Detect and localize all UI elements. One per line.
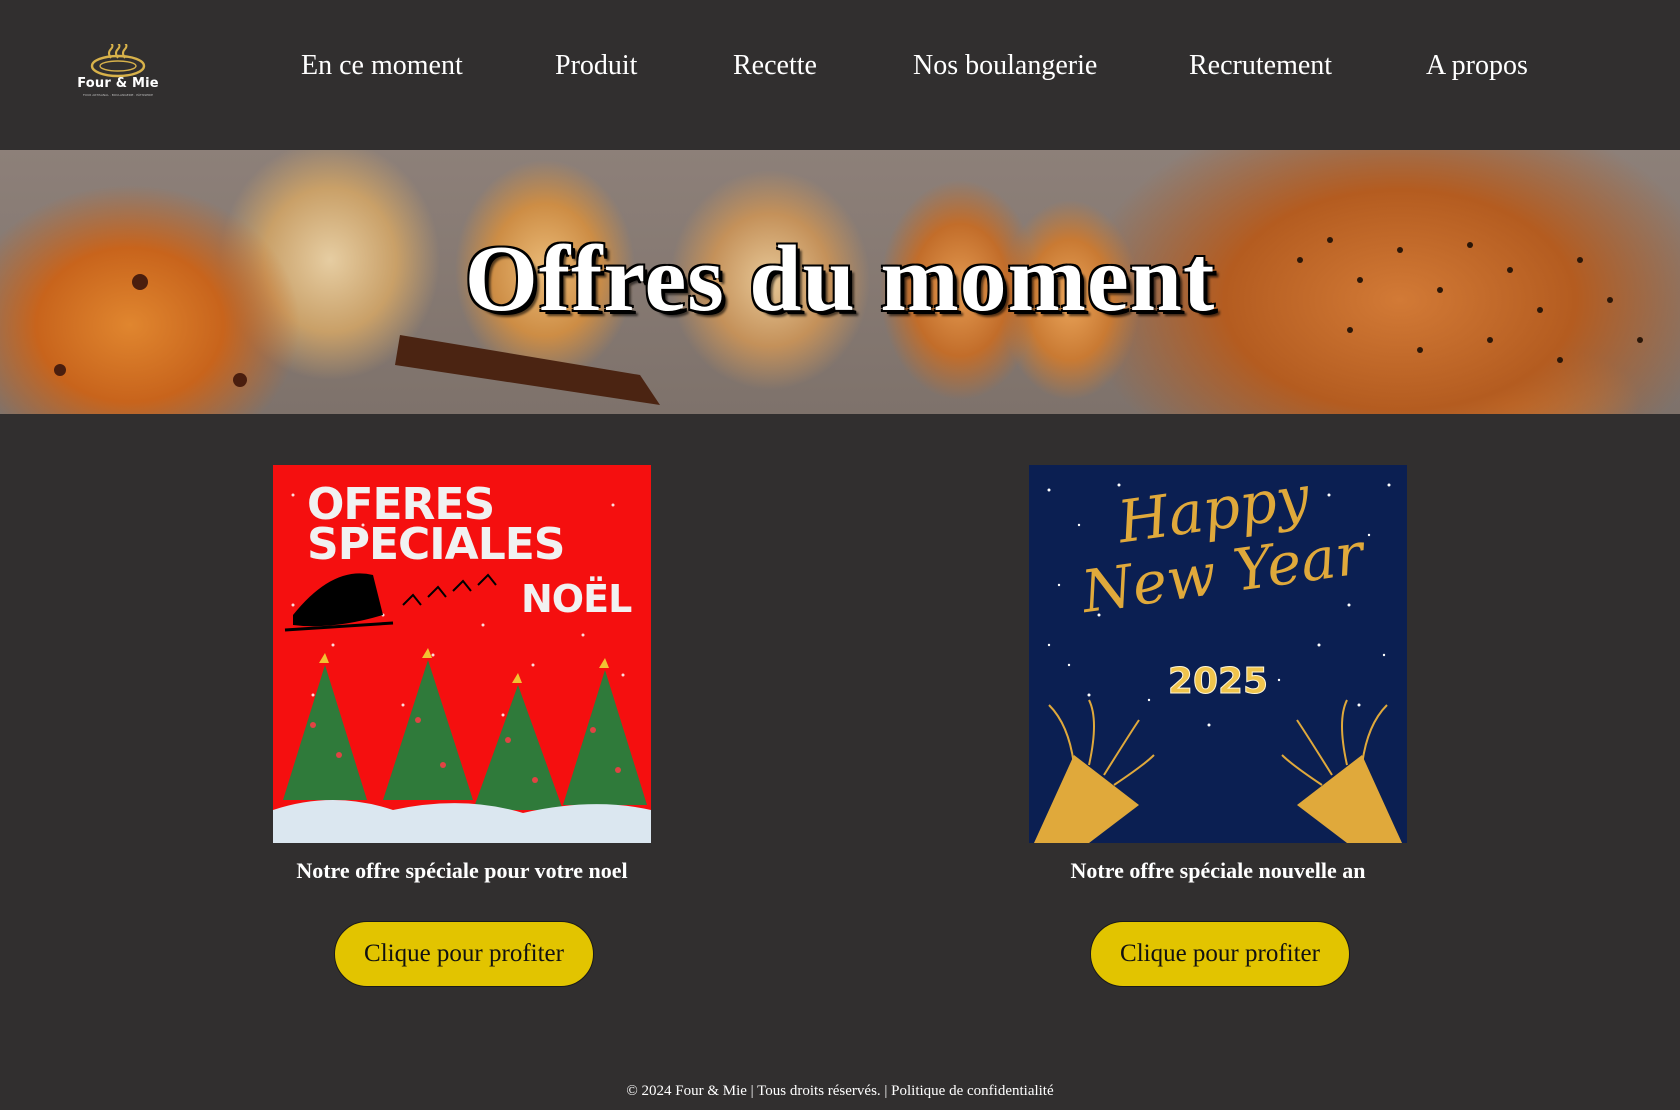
nav-item-nos-boulangerie[interactable]: Nos boulangerie: [913, 46, 1097, 86]
nav-item-en-ce-moment[interactable]: En ce moment: [301, 46, 463, 86]
brand-name: Four & Mie: [77, 76, 159, 91]
noel-image-line3: NOËL: [521, 577, 632, 621]
noel-offer-caption: Notre offre spéciale pour votre noel: [296, 858, 628, 883]
noel-image-line2: SPECIALES: [307, 519, 565, 570]
nav-item-a-propos[interactable]: A propos: [1426, 46, 1528, 86]
site-footer: © 2024 Four & Mie | Tous droits réservés…: [0, 1083, 1680, 1100]
new-year-image-year: 2025: [1167, 661, 1269, 703]
brand-tagline: FOUR ARTISANAL · BOULANGERIE · PÂTISSERI…: [82, 93, 154, 97]
hero-banner: Offres du moment: [0, 150, 1680, 414]
new-year-offer-caption: Notre offre spéciale nouvelle an: [1070, 858, 1366, 883]
new-year-offer-image[interactable]: Happy New Year 2025: [1029, 465, 1407, 843]
new-year-cta-button[interactable]: Clique pour profiter: [1090, 921, 1350, 987]
site-header: Four & Mie FOUR ARTISANAL · BOULANGERIE …: [0, 0, 1680, 150]
footer-copyright: © 2024 Four & Mie | Tous droits réservés…: [626, 1083, 892, 1099]
nav-item-recette[interactable]: Recette: [733, 46, 817, 86]
nav-item-produit[interactable]: Produit: [555, 46, 637, 86]
noel-offer-image[interactable]: OFERES SPECIALES NOËL: [273, 465, 651, 843]
hero-title: Offres du moment: [464, 227, 1216, 331]
nav-item-recrutement[interactable]: Recrutement: [1189, 46, 1332, 86]
privacy-policy-link[interactable]: Politique de confidentialité: [891, 1083, 1053, 1099]
logo[interactable]: Four & Mie FOUR ARTISANAL · BOULANGERIE …: [66, 44, 170, 104]
noel-cta-button[interactable]: Clique pour profiter: [334, 921, 594, 987]
noel-image-title: OFERES SPECIALES: [307, 483, 565, 570]
bread-basket-icon: [90, 44, 146, 78]
